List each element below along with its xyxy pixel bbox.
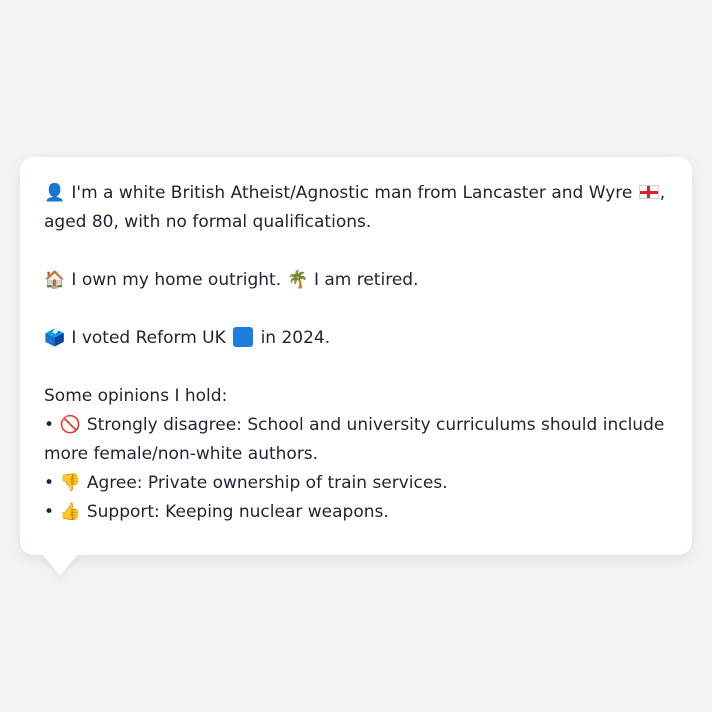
opinions-heading: Some opinions I hold: [44,386,228,406]
palm-tree-icon: 🌴 [286,270,309,290]
opinion-text: Support: Keeping nuclear weapons. [86,502,389,522]
home-text: I own my home outright. [71,270,282,290]
bullet: • [44,502,55,522]
vote-text: I voted Reform UK [71,328,226,348]
profile-speech-bubble: 👤 I'm a white British Atheist/Agnostic m… [20,157,692,555]
intro-text: I'm a white British Atheist/Agnostic man… [71,183,633,203]
ballot-box-icon: 🗳️ [44,328,66,348]
speech-bubble-tail [42,554,78,576]
blue-square-icon [233,327,254,347]
thumbs-up-icon: 👍 [59,502,82,522]
opinion-text: Agree: Private ownership of train servic… [86,473,448,493]
opinion-item: • 👍 Support: Keeping nuclear weapons. [44,498,668,527]
intro-line-2: aged 80, with no formal qualifications. [44,212,372,232]
vote-year-text: in 2024. [260,328,331,348]
home-line: 🏠 I own my home outright. 🌴 I am retired… [44,266,668,295]
prohibited-icon: 🚫 [59,415,82,435]
house-icon: 🏠 [44,270,66,290]
person-icon: 👤 [44,183,66,203]
opinion-text: Strongly disagree: School and university… [44,415,665,464]
opinion-item: • 🚫 Strongly disagree: School and univer… [44,411,668,469]
vote-line: 🗳️ I voted Reform UK in 2024. [44,324,668,353]
bullet: • [44,415,55,435]
thumbs-down-icon: 👎 [59,473,82,493]
opinion-item: • 👎 Agree: Private ownership of train se… [44,469,668,498]
retired-text: I am retired. [313,270,419,290]
bullet: • [44,473,55,493]
england-flag-icon [638,185,659,199]
intro-line: 👤 I'm a white British Atheist/Agnostic m… [44,179,668,208]
intro-comma: , [659,183,666,203]
